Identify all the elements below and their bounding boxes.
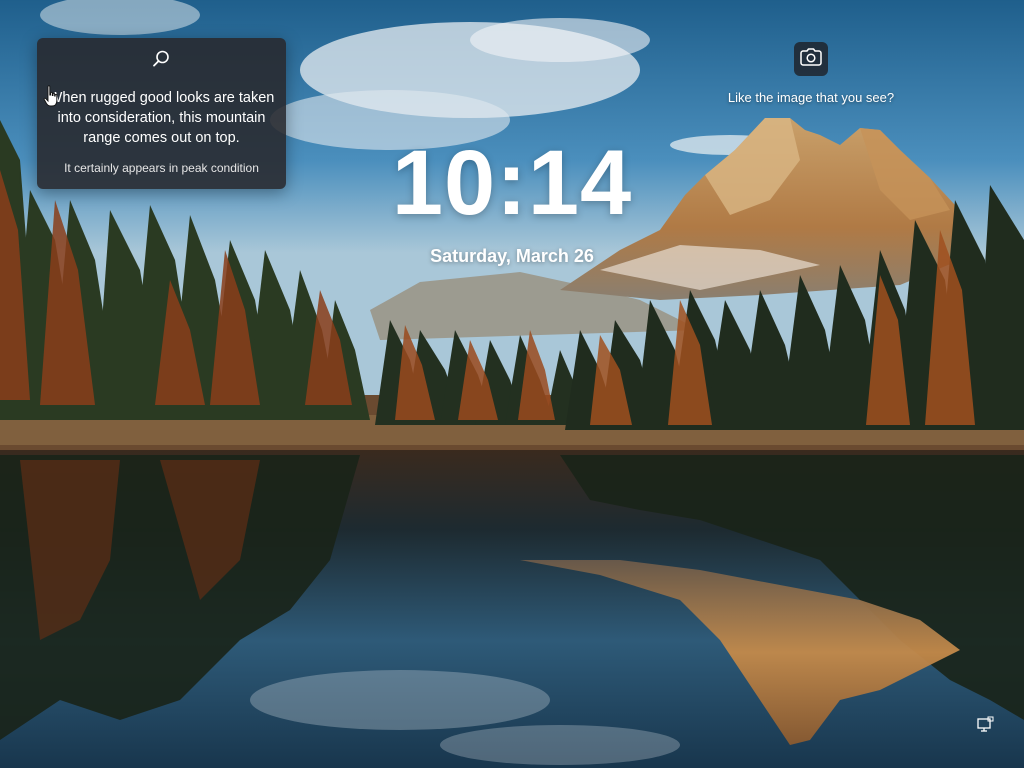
like-image-button[interactable] [794, 42, 828, 76]
lock-screen[interactable]: When rugged good looks are taken into co… [0, 0, 1024, 768]
search-icon[interactable] [150, 48, 172, 70]
spotlight-headline: When rugged good looks are taken into co… [48, 90, 275, 146]
spotlight-info-card[interactable]: When rugged good looks are taken into co… [37, 38, 286, 189]
camera-icon [800, 47, 822, 71]
spotlight-subline: It certainly appears in peak condition [64, 161, 259, 175]
like-image-prompt[interactable]: Like the image that you see? [700, 89, 922, 107]
lock-time: 10:14 [391, 132, 633, 234]
network-icon[interactable] [976, 716, 994, 734]
hand-cursor-icon [43, 85, 58, 107]
lock-date: Saturday, March 26 [430, 246, 594, 266]
